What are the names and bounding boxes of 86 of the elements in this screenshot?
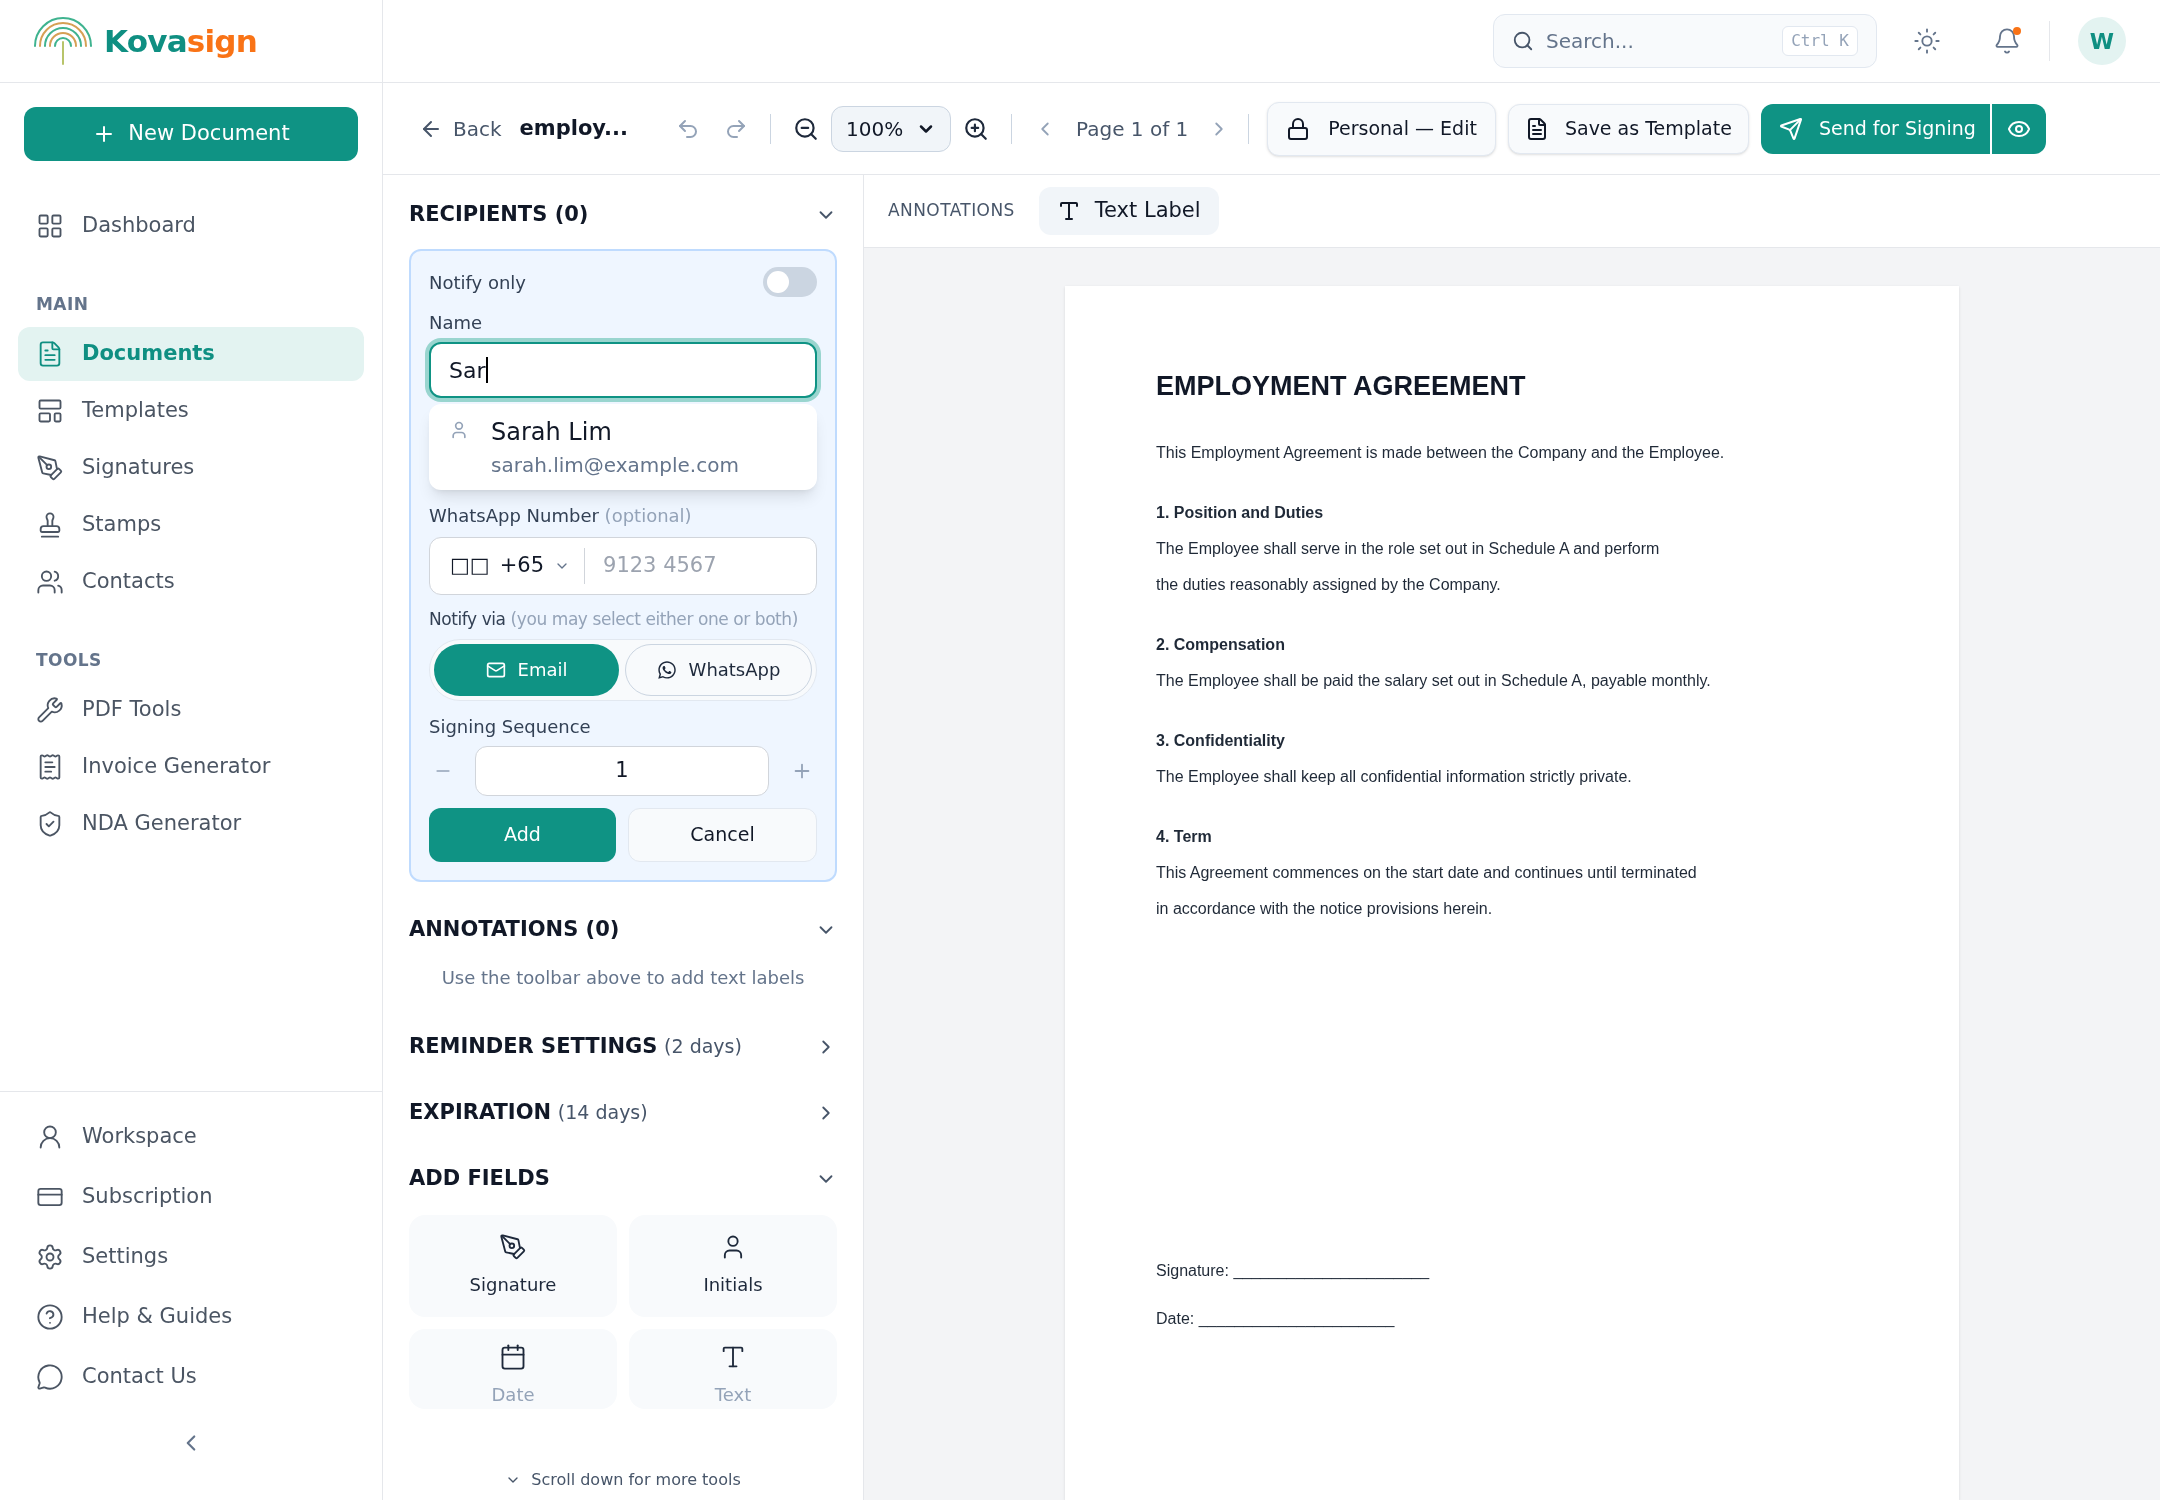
brand-name: Kovasign (104, 21, 258, 61)
grid-icon (36, 212, 64, 240)
scroll-hint[interactable]: Scroll down for more tools (383, 1468, 863, 1492)
section-label: TOOLS (35, 649, 103, 673)
layout-icon (36, 397, 64, 425)
back-button[interactable]: Back (419, 113, 502, 144)
field-label: Notify only (429, 270, 526, 295)
page-indicator: Page 1 of 1 (1076, 115, 1189, 143)
collapsed-section[interactable]: REMINDER SETTINGS (2 days) (409, 1018, 837, 1075)
nav-item[interactable]: Settings (18, 1230, 364, 1284)
calendar-icon (499, 1342, 527, 1371)
add-button[interactable]: Add (429, 807, 616, 862)
document-line: the duties reasonably assigned by the Company. (1156, 574, 1502, 595)
nav-item[interactable]: Dashboard (18, 199, 364, 253)
cancel-button[interactable]: Cancel (628, 807, 817, 862)
sequence-field[interactable]: 1 (475, 745, 769, 796)
section-title: 1. Position and Duties (1156, 502, 1325, 523)
nav-item[interactable]: Invoice Generator (18, 740, 364, 794)
send-for-signing-button[interactable]: Send for Signing (1760, 103, 1990, 154)
send-icon (1778, 116, 1803, 141)
date-line: Date: ______________________ (1156, 1308, 1396, 1330)
nav-item[interactable]: Signatures (18, 441, 364, 495)
nav-item[interactable]: Templates (18, 384, 364, 438)
lock-icon (1286, 116, 1311, 141)
document-line: in accordance with the notice provisions herein. (1156, 898, 1494, 919)
zoom-select[interactable]: 100% (831, 105, 952, 152)
signature-line: Signature: ______________________ (1156, 1260, 1431, 1282)
notification-button[interactable] (1993, 27, 2021, 55)
notify-only-toggle[interactable] (763, 267, 817, 297)
collapsed-section[interactable]: EXPIRATION (14 days) (409, 1084, 837, 1141)
nav-item[interactable]: Stamps (18, 498, 364, 552)
field-label: Notify via (you may select either one or both) (429, 608, 799, 631)
bell-icon (1993, 27, 2021, 55)
access-button[interactable]: Personal — Edit (1267, 101, 1496, 156)
sun-icon[interactable] (1913, 27, 1941, 55)
document-name: employ... (519, 114, 629, 142)
zoom-out-icon[interactable] (793, 115, 820, 142)
nav-item[interactable]: PDF Tools (18, 683, 364, 737)
document-line: The Employee shall keep all confidential information strictly private. (1156, 766, 1633, 787)
search-icon (1512, 30, 1534, 52)
suggestion-item[interactable]: Sarah Lim sarah.lim@example.com (429, 404, 817, 490)
whatsapp-icon (656, 659, 677, 680)
nav-item[interactable]: Contacts (18, 555, 364, 609)
document-paragraph: This Employment Agreement is made between the Company and the Employee. (1156, 442, 1726, 463)
section-title: 2. Compensation (1156, 634, 1286, 655)
field-label: Signing Sequence (429, 714, 592, 739)
section-heading: RECIPIENTS (0) (409, 201, 589, 229)
document-title: EMPLOYMENT AGREEMENT (1156, 370, 1527, 403)
section-title: 3. Confidentiality (1156, 730, 1286, 751)
chat-bubble-icon (36, 1363, 64, 1391)
section-title: 4. Term (1156, 826, 1213, 847)
section-heading: ANNOTATIONS (0) (409, 915, 620, 943)
channel-toggle[interactable]: Email (434, 643, 619, 696)
contact-email: sarah.lim@example.com (491, 452, 739, 479)
nav-item[interactable]: Contact Us (18, 1350, 364, 1404)
wrench-icon (36, 696, 64, 724)
zoom-in-icon[interactable] (963, 115, 990, 142)
field-label: WhatsApp Number (optional) (429, 504, 693, 528)
nav-item[interactable]: Help & Guides (18, 1290, 364, 1344)
channel-toggle[interactable]: WhatsApp (625, 643, 812, 696)
pen-nib-icon (499, 1233, 527, 1261)
section-label: MAIN (35, 293, 90, 317)
users-icon (36, 568, 64, 596)
document-line: This Agreement commences on the start date and continues until terminated (1156, 862, 1698, 883)
nav-item[interactable]: Subscription (18, 1170, 364, 1224)
pen-nib-icon (36, 454, 64, 482)
new-document-button[interactable]: New Document (24, 107, 358, 161)
contact-name: Sarah Lim (491, 417, 613, 448)
section-heading: ADD FIELDS (409, 1164, 550, 1192)
settings-icon (36, 1243, 64, 1271)
save-template-button[interactable]: Save as Template (1507, 103, 1749, 154)
shortcut-key: Ctrl K (1782, 26, 1858, 56)
user-icon (449, 420, 469, 440)
preview-button[interactable] (1991, 103, 2046, 154)
document-line: The Employee shall be paid the salary set out in Schedule A, payable monthly. (1156, 670, 1712, 691)
annotations-label: ANNOTATIONS (888, 199, 1015, 223)
search-field[interactable]: Search... Ctrl K (1493, 14, 1877, 68)
help-icon (36, 1303, 64, 1331)
nav-item[interactable]: NDA Generator (18, 797, 364, 851)
document-line: The Employee shall serve in the role set out in Schedule A and perform (1156, 538, 1661, 559)
field-tile[interactable]: Signature (409, 1214, 617, 1317)
empty-hint: Use the toolbar above to add text labels (440, 965, 806, 990)
field-tile[interactable]: Initials (629, 1214, 837, 1317)
text-label-tool[interactable]: Text Label (1038, 187, 1219, 235)
nav-item[interactable]: Workspace (18, 1110, 364, 1164)
field-label: Name (429, 311, 484, 335)
